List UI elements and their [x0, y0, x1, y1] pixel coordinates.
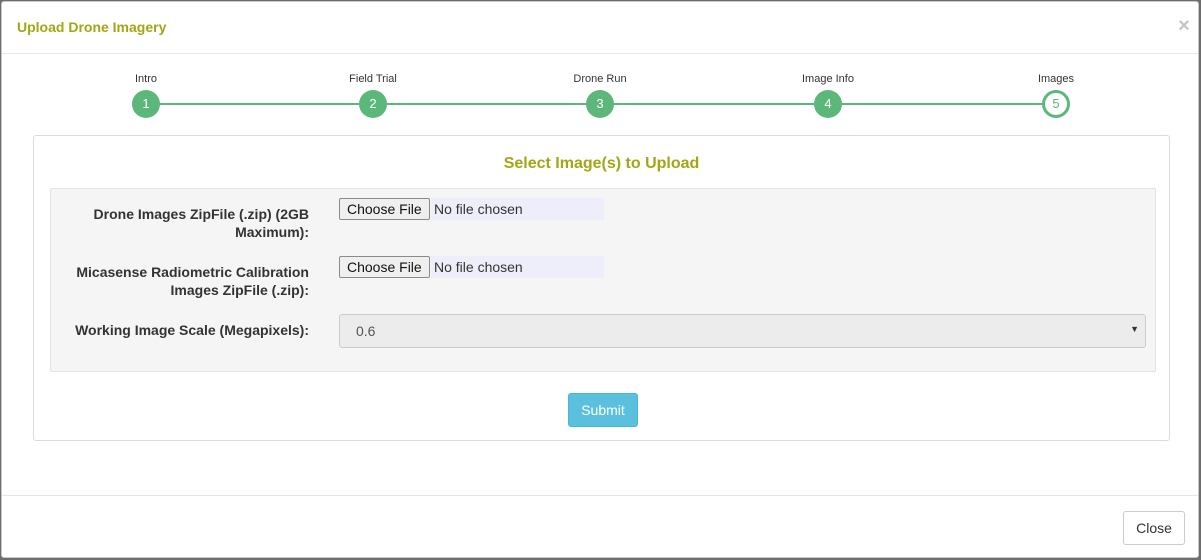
- submit-button[interactable]: Submit: [568, 393, 638, 427]
- chevron-down-icon[interactable]: ▼: [1130, 324, 1139, 334]
- step-label-image-info: Image Info: [802, 73, 854, 85]
- calibration-zip-file-input[interactable]: Choose File No file chosen: [339, 256, 604, 278]
- drone-zip-choose-file-button[interactable]: Choose File: [339, 198, 430, 220]
- modal-header: Upload Drone Imagery ×: [2, 2, 1198, 54]
- upload-form: Drone Images ZipFile (.zip) (2GB Maximum…: [50, 188, 1156, 372]
- step-circle-4[interactable]: 4: [814, 90, 842, 118]
- step-connector: [828, 103, 1056, 105]
- drone-zip-file-input[interactable]: Choose File No file chosen: [339, 198, 604, 220]
- image-scale-selected-value: 0.6: [356, 323, 376, 339]
- drone-zip-label: Drone Images ZipFile (.zip) (2GB Maximum…: [93, 206, 309, 240]
- step-label-intro: Intro: [134, 73, 157, 85]
- upload-panel: Select Image(s) to Upload Drone Images Z…: [33, 135, 1170, 441]
- step-circle-3[interactable]: 3: [586, 90, 614, 118]
- step-connector: [146, 103, 373, 105]
- modal-footer: Close: [2, 495, 1198, 557]
- step-circle-2[interactable]: 2: [359, 90, 387, 118]
- calibration-zip-file-status: No file chosen: [431, 256, 604, 278]
- section-title: Select Image(s) to Upload: [503, 155, 700, 172]
- step-connector: [373, 103, 600, 105]
- step-label-images: Images: [1037, 73, 1075, 85]
- image-scale-select[interactable]: 0.6 ▼: [339, 314, 1146, 348]
- step-label-drone-run: Drone Run: [573, 73, 627, 85]
- close-icon[interactable]: ×: [1176, 16, 1192, 36]
- calibration-zip-choose-file-button[interactable]: Choose File: [339, 256, 430, 278]
- step-label-field-trial: Field Trial: [349, 73, 397, 85]
- upload-drone-imagery-modal: Upload Drone Imagery × Intro 1 Field Tri…: [1, 1, 1199, 558]
- image-scale-label: Working Image Scale (Megapixels):: [75, 322, 309, 338]
- calibration-zip-label: Micasense Radiometric Calibration Images…: [76, 264, 309, 298]
- modal-title: Upload Drone Imagery: [17, 19, 167, 35]
- step-connector: [600, 103, 828, 105]
- close-button[interactable]: Close: [1123, 511, 1185, 545]
- step-circle-5-active[interactable]: 5: [1042, 90, 1070, 118]
- wizard-stepper: Intro 1 Field Trial 2 Drone Run 3 Image …: [2, 54, 1198, 124]
- drone-zip-file-status: No file chosen: [431, 198, 604, 220]
- step-circle-1[interactable]: 1: [132, 90, 160, 118]
